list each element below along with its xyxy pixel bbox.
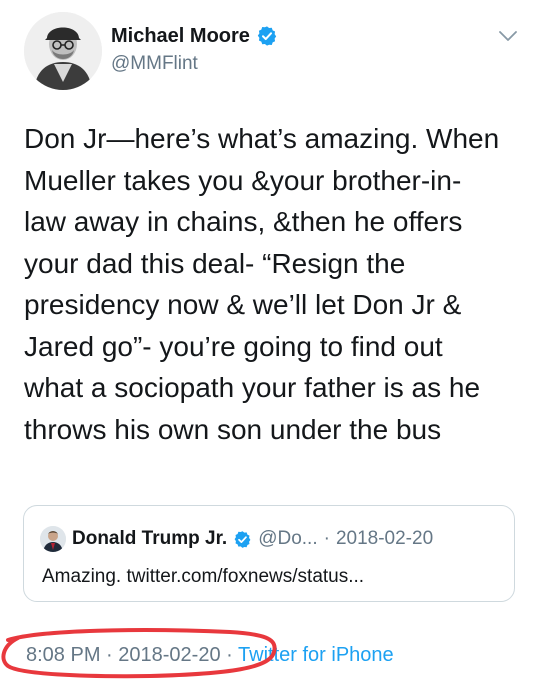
author-avatar[interactable] (24, 12, 102, 90)
tweet-text-line: what a sociopath your father is as he (24, 372, 481, 403)
quoted-tweet-card[interactable]: Donald Trump Jr. @Do... · 2018-02-20 Ama… (23, 505, 515, 602)
tweet-time[interactable]: 8:08 PM (26, 644, 100, 666)
quoted-date: 2018-02-20 (335, 528, 434, 549)
tweet-text-line: Mueller takes you &your brother-in- (24, 164, 462, 196)
tweet-text-line: Jared go”- you’re going to find out (24, 330, 443, 362)
quoted-tweet-header: Donald Trump Jr. @Do... · 2018-02-20 (40, 526, 433, 552)
author-name-row[interactable]: Michael Moore (111, 24, 278, 48)
quoted-author-avatar-image (40, 526, 66, 552)
quoted-author-name: Donald Trump Jr. (72, 528, 228, 549)
verified-badge-icon (257, 26, 277, 46)
meta-separator: · (226, 644, 233, 666)
chevron-down-icon[interactable] (498, 29, 518, 43)
tweet-text-line: throws his own son under the bus (24, 413, 442, 445)
meta-separator: · (106, 644, 113, 666)
author-display-name[interactable]: Michael Moore (111, 24, 250, 48)
tweet-text: Don Jr—here’s what’s amazing. When Muell… (24, 118, 524, 450)
quoted-author-handle: @Do... (258, 528, 318, 549)
quoted-separator: · (323, 528, 330, 549)
tweet-text-line: law away in chains, &then he offers (24, 206, 463, 237)
author-handle[interactable]: @MMFlint (111, 52, 198, 76)
author-avatar-image (24, 12, 102, 90)
tweet-text-line: your dad this deal- “Resign the (24, 247, 406, 279)
tweet-text-line: Don Jr—here’s what’s amazing. When (24, 123, 500, 154)
quoted-author-avatar (40, 526, 66, 552)
tweet-source-link[interactable]: Twitter for iPhone (238, 644, 394, 666)
quoted-tweet-text: Amazing. twitter.com/foxnews/status... (42, 566, 365, 587)
verified-badge-icon (234, 530, 251, 548)
tweet-date[interactable]: 2018-02-20 (118, 644, 220, 666)
tweet-meta: 8:08 PM · 2018-02-20 · Twitter for iPhon… (26, 643, 394, 667)
tweet-text-line: presidency now & we’ll let Don Jr & (24, 289, 462, 320)
